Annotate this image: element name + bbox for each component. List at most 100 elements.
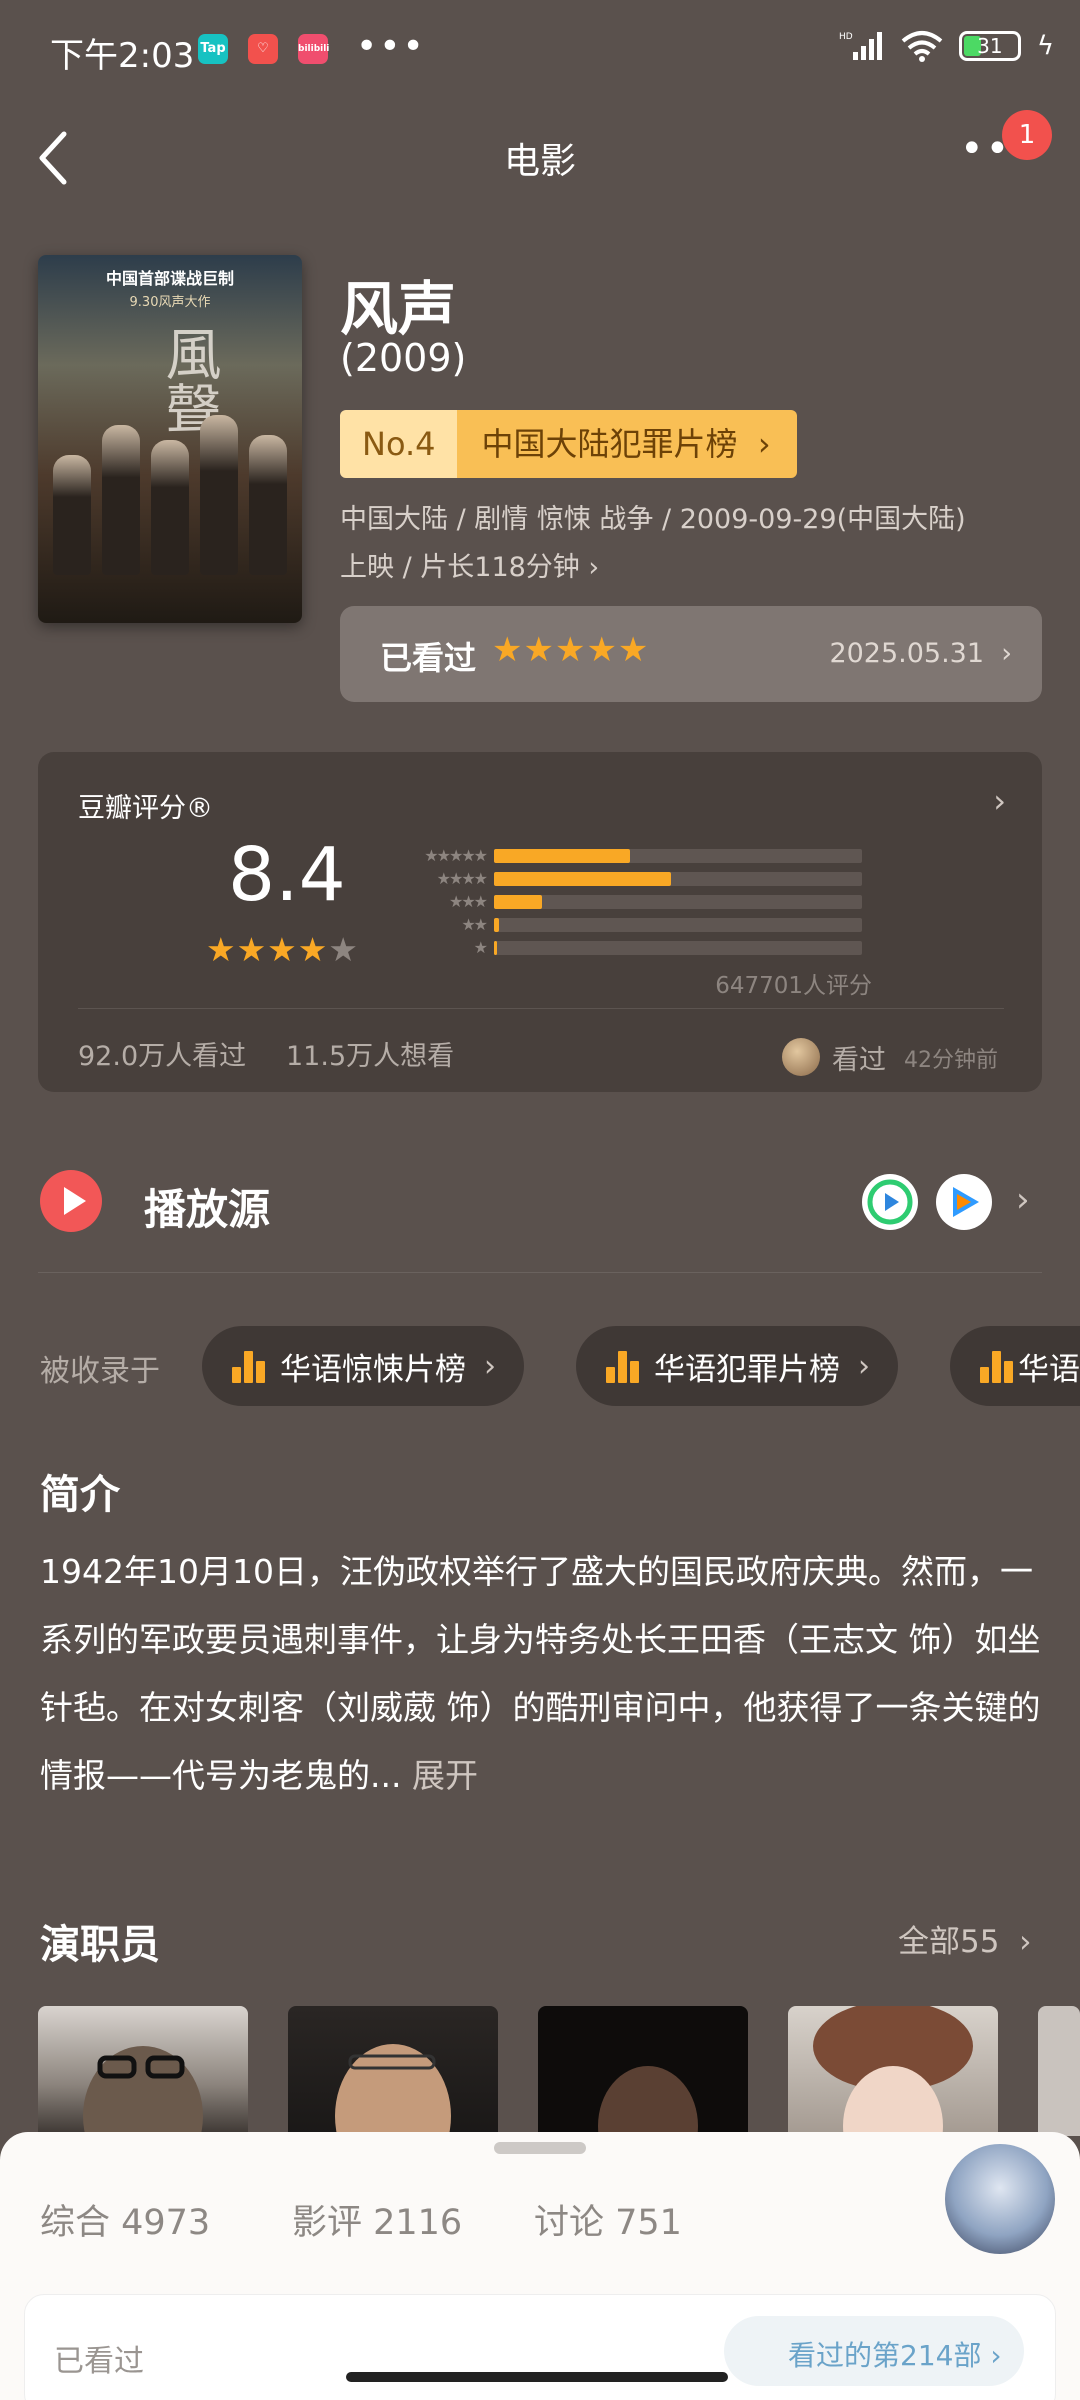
- poster-date: 9.30风声大作: [129, 295, 211, 310]
- chevron-right-icon: ›: [484, 1348, 496, 1384]
- rating-histogram: ★★★★★ ★★★★ ★★★ ★★ ★: [398, 844, 862, 959]
- histogram-bar: [494, 917, 499, 932]
- rating-stars: ★★★★★: [206, 930, 359, 969]
- movie-poster[interactable]: 中国首部谍战巨制 9.30风声大作 風聲: [38, 255, 302, 623]
- tencent-video-source-icon[interactable]: [936, 1174, 992, 1230]
- home-indicator[interactable]: [346, 2372, 728, 2382]
- signal-icon: HD: [839, 32, 882, 60]
- more-notifications-icon: •••: [356, 26, 426, 67]
- page-title: 电影: [503, 141, 576, 182]
- cast-photo[interactable]: [788, 2006, 998, 2136]
- collection-chip[interactable]: 华语: [950, 1326, 1080, 1406]
- histogram-star-label: ★★★★: [436, 869, 488, 888]
- drag-handle[interactable]: [494, 2142, 586, 2154]
- meta-line-2: 上映 / 片长118分钟 ›: [340, 552, 600, 583]
- rank-number: No.4: [340, 410, 458, 478]
- charging-icon: ϟ: [1036, 31, 1054, 61]
- movie-meta[interactable]: 中国大陆 / 剧情 惊悚 战争 / 2009-09-29(中国大陆) 上映 / …: [340, 496, 1040, 592]
- friend-time: 42分钟前: [904, 1048, 998, 1073]
- expand-link[interactable]: 展开: [412, 1756, 478, 1795]
- status-bar: 下午2:03 Tap ♡ bilibili ••• HD 31 ϟ: [0, 0, 1080, 100]
- rank-label: 中国大陆犯罪片榜 ›: [457, 410, 797, 478]
- cast-photo[interactable]: [538, 2006, 748, 2136]
- want-count: 11.5万人想看: [286, 1041, 455, 1072]
- cast-photo[interactable]: [288, 2006, 498, 2136]
- chip-label: 华语: [1018, 1351, 1080, 1388]
- chevron-right-icon[interactable]: ›: [1016, 1180, 1030, 1220]
- ranking-icon: [232, 1349, 266, 1383]
- meta-line-1: 中国大陆 / 剧情 惊悚 战争 / 2009-09-29(中国大陆): [340, 504, 966, 535]
- watched-date: 2025.05.31 ›: [829, 638, 1012, 669]
- app-icon: ♡: [248, 34, 278, 64]
- histogram-track: [494, 940, 862, 955]
- histogram-star-label: ★: [473, 938, 488, 957]
- watched-status-card[interactable]: 已看过 ★★★★★ 2025.05.31 ›: [340, 606, 1042, 702]
- tab-overall[interactable]: 综合 4973: [40, 2194, 210, 2245]
- cast-photo[interactable]: [38, 2006, 248, 2136]
- collection-chip[interactable]: 华语犯罪片榜 ›: [576, 1326, 898, 1406]
- wifi-icon: [901, 31, 943, 62]
- histogram-star-label: ★★: [461, 915, 488, 934]
- collection-chip[interactable]: 华语惊悚片榜 ›: [202, 1326, 524, 1406]
- rating-count: 647701人评分: [715, 973, 872, 999]
- histogram-row: ★: [398, 936, 862, 959]
- friend-avatar: [782, 1038, 820, 1076]
- system-icons: HD 31 ϟ: [839, 30, 1054, 62]
- histogram-track: [494, 871, 862, 886]
- bilibili-icon: bilibili: [298, 34, 329, 64]
- mascot-avatar[interactable]: [945, 2144, 1055, 2254]
- collected-label: 被收录于: [40, 1354, 160, 1389]
- histogram-track: [494, 894, 862, 909]
- chip-label: 华语惊悚片榜: [280, 1351, 466, 1388]
- histogram-row: ★★★: [398, 890, 862, 913]
- taptap-icon: Tap: [198, 34, 228, 64]
- movie-year: (2009): [340, 336, 467, 380]
- douban-rating-card[interactable]: 豆瓣评分® › 8.4 ★★★★★ ★★★★★ ★★★★ ★★★ ★★ ★ 647701…: [38, 752, 1042, 1092]
- histogram-star-label: ★★★: [448, 892, 488, 911]
- histogram-track: [494, 848, 862, 863]
- tab-reviews[interactable]: 影评 2116: [292, 2194, 462, 2245]
- histogram-row: ★★: [398, 913, 862, 936]
- ranking-icon: [606, 1349, 640, 1383]
- intro-text: 1942年10月10日，汪伪政权举行了盛大的国民政府庆典。然而，一系列的军政要员…: [40, 1538, 1050, 1810]
- seen-count: 92.0万人看过: [78, 1041, 247, 1072]
- histogram-star-label: ★★★★★: [424, 846, 488, 865]
- poster-figures: [48, 405, 292, 575]
- histogram-row: ★★★★★: [398, 844, 862, 867]
- notification-badge[interactable]: 1: [1002, 110, 1052, 160]
- iqiyi-source-icon[interactable]: [862, 1174, 918, 1230]
- chevron-right-icon: ›: [993, 782, 1006, 820]
- ranking-icon: [980, 1349, 1013, 1383]
- cast-title: 演职员: [40, 1922, 160, 1968]
- watched-card-label: 已看过: [54, 2344, 144, 2379]
- svg-text:HD: HD: [839, 32, 853, 42]
- histogram-row: ★★★★: [398, 867, 862, 890]
- chip-label: 华语犯罪片榜: [654, 1351, 840, 1388]
- battery-icon: 31: [958, 31, 1021, 61]
- histogram-bar: [494, 894, 542, 909]
- chevron-right-icon: ›: [858, 1348, 870, 1384]
- cast-photo[interactable]: [1038, 2006, 1080, 2136]
- rank-badge[interactable]: No.4 中国大陆犯罪片榜 ›: [340, 410, 797, 478]
- histogram-bar: [494, 848, 631, 863]
- histogram-bar: [494, 940, 497, 955]
- watched-count-badge[interactable]: 看过的第214部 ›: [724, 2316, 1024, 2386]
- friend-action: 看过: [832, 1045, 886, 1076]
- status-time: 下午2:03: [50, 36, 195, 76]
- histogram-bar: [494, 871, 671, 886]
- cast-all-link[interactable]: 全部55 ›: [898, 1916, 1032, 1961]
- divider: [78, 1008, 1004, 1009]
- divider: [38, 1272, 1042, 1273]
- poster-tagline: 中国首部谍战巨制: [105, 269, 234, 288]
- rating-header: 豆瓣评分®: [78, 793, 213, 824]
- play-icon[interactable]: [40, 1170, 102, 1232]
- intro-title: 简介: [40, 1472, 120, 1518]
- play-source-label[interactable]: 播放源: [144, 1176, 270, 1237]
- intro-body: 1942年10月10日，汪伪政权举行了盛大的国民政府庆典。然而，一系列的军政要员…: [40, 1552, 1041, 1795]
- tab-discussions[interactable]: 讨论 751: [534, 2194, 682, 2245]
- chevron-right-icon: ›: [588, 552, 600, 583]
- chevron-right-icon: ›: [757, 425, 771, 463]
- movie-title: 风声: [340, 275, 457, 343]
- rating-score: 8.4: [228, 832, 346, 918]
- my-rating-stars: ★★★★★: [492, 630, 650, 670]
